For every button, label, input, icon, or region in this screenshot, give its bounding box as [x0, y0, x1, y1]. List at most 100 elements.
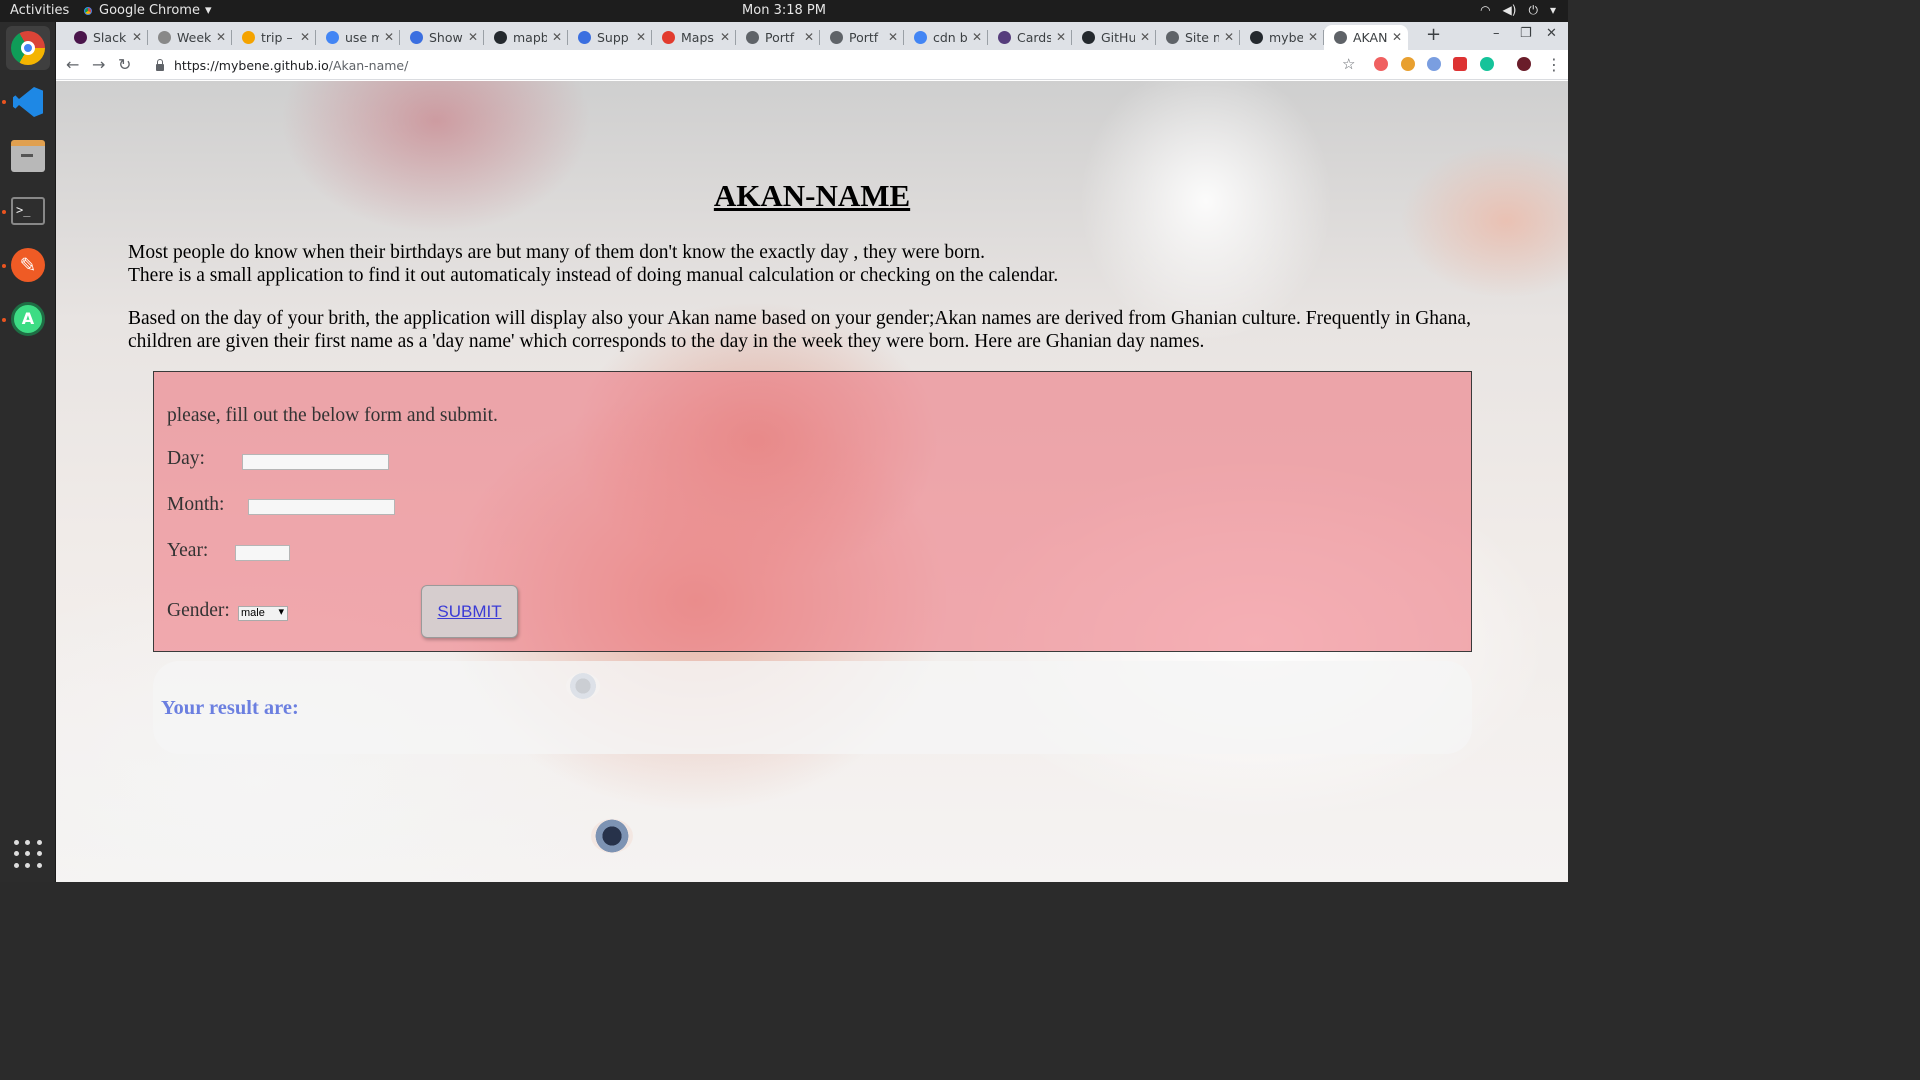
grammarly-icon[interactable] — [1480, 57, 1494, 71]
intro-paragraph: Most people do know when their birthdays… — [128, 241, 1488, 287]
close-tab-icon[interactable]: ✕ — [552, 30, 562, 44]
close-tab-icon[interactable]: ✕ — [1392, 30, 1402, 44]
activities-button[interactable]: Activities — [10, 3, 69, 18]
tab-favicon-icon — [1082, 31, 1095, 44]
address-bar[interactable]: https://mybene.github.io/Akan-name/ — [144, 53, 1358, 77]
browser-toolbar: ← → ↻ https://mybene.github.io/Akan-name… — [56, 50, 1568, 80]
dock: >_ ✎ A — [0, 22, 56, 882]
close-tab-icon[interactable]: ✕ — [300, 30, 310, 44]
dock-terminal[interactable]: >_ — [6, 189, 50, 233]
dock-postman[interactable]: ✎ — [6, 243, 50, 287]
gender-label: Gender: — [167, 600, 230, 621]
show-applications-icon[interactable] — [14, 840, 42, 868]
tab-favicon-icon — [914, 31, 927, 44]
close-tab-icon[interactable]: ✕ — [132, 30, 142, 44]
clock[interactable]: Mon 3:18 PM — [0, 3, 1568, 18]
bookmark-star-icon[interactable]: ☆ — [1342, 55, 1355, 73]
browser-tab[interactable]: mapb ✕ — [484, 25, 568, 50]
tab-favicon-icon — [746, 31, 759, 44]
browser-tab[interactable]: Site n ✕ — [1156, 25, 1240, 50]
month-input[interactable] — [248, 499, 395, 515]
extension-icon[interactable] — [1374, 57, 1388, 71]
tab-title: Portf — [765, 30, 795, 45]
reload-icon[interactable]: ↻ — [118, 55, 131, 74]
tab-title: Portf — [849, 30, 879, 45]
submit-button[interactable]: SUBMIT — [421, 585, 518, 638]
page-viewport: AKAN-NAME Most people do know when their… — [56, 81, 1568, 882]
close-tab-icon[interactable]: ✕ — [216, 30, 226, 44]
cookie-extension-icon[interactable] — [1401, 57, 1415, 71]
lock-icon — [156, 58, 164, 71]
browser-tab[interactable]: mybe ✕ — [1240, 25, 1324, 50]
close-tab-icon[interactable]: ✕ — [888, 30, 898, 44]
app-menu-label: Google Chrome — [99, 3, 200, 18]
gender-select[interactable]: male — [238, 606, 288, 621]
dock-files[interactable] — [6, 134, 50, 178]
close-tab-icon[interactable]: ✕ — [1224, 30, 1234, 44]
browser-tab[interactable]: Week ✕ — [148, 25, 232, 50]
android-studio-icon: A — [11, 302, 45, 336]
browser-tab[interactable]: Portf ✕ — [736, 25, 820, 50]
month-label: Month: — [167, 494, 225, 515]
browser-tab[interactable]: Slack ✕ — [64, 25, 148, 50]
year-input[interactable] — [235, 545, 290, 561]
browser-tab[interactable]: use m ✕ — [316, 25, 400, 50]
browser-tab[interactable]: cdn b ✕ — [904, 25, 988, 50]
close-tab-icon[interactable]: ✕ — [1056, 30, 1066, 44]
tab-favicon-icon — [998, 31, 1011, 44]
browser-tab[interactable]: Supp ✕ — [568, 25, 652, 50]
browser-tab[interactable]: Cards ✕ — [988, 25, 1072, 50]
new-tab-icon[interactable]: + — [1426, 24, 1441, 45]
close-tab-icon[interactable]: ✕ — [1308, 30, 1318, 44]
browser-tab[interactable]: Show ✕ — [400, 25, 484, 50]
maximize-icon[interactable]: ❐ — [1520, 26, 1532, 41]
tab-title: AKAN — [1353, 30, 1387, 45]
extension-icon[interactable] — [1427, 57, 1441, 71]
close-tab-icon[interactable]: ✕ — [636, 30, 646, 44]
tab-favicon-icon — [326, 31, 339, 44]
menu-icon[interactable]: ⋮ — [1546, 55, 1562, 74]
browser-tab[interactable]: trip – ✕ — [232, 25, 316, 50]
browser-tab[interactable]: Maps ✕ — [652, 25, 736, 50]
intro-line-1: Most people do know when their birthdays… — [128, 242, 985, 263]
browser-tab[interactable]: GitHu ✕ — [1072, 25, 1156, 50]
close-tab-icon[interactable]: ✕ — [384, 30, 394, 44]
tab-favicon-icon — [410, 31, 423, 44]
tab-active[interactable]: AKAN ✕ — [1324, 25, 1408, 50]
chevron-down-icon: ▾ — [1549, 3, 1556, 17]
avatar[interactable] — [1517, 57, 1531, 71]
close-tab-icon[interactable]: ✕ — [468, 30, 478, 44]
browser-tab[interactable]: Portf ✕ — [820, 25, 904, 50]
back-icon[interactable]: ← — [66, 55, 79, 74]
form-instruction: please, fill out the below form and subm… — [167, 405, 498, 426]
tab-favicon-icon — [1334, 31, 1347, 44]
minimize-icon[interactable]: – — [1493, 26, 1500, 41]
close-tab-icon[interactable]: ✕ — [972, 30, 982, 44]
close-tab-icon[interactable]: ✕ — [720, 30, 730, 44]
dock-vscode[interactable] — [6, 80, 50, 124]
close-tab-icon[interactable]: ✕ — [804, 30, 814, 44]
year-label: Year: — [167, 540, 209, 561]
dock-android-studio[interactable]: A — [6, 297, 50, 341]
close-tab-icon[interactable]: ✕ — [1140, 30, 1150, 44]
files-icon — [11, 140, 45, 172]
birth-form: please, fill out the below form and subm… — [153, 371, 1472, 652]
app-menu[interactable]: Google Chrome ▾ — [82, 3, 212, 18]
result-label: Your result are: — [161, 697, 299, 719]
tab-favicon-icon — [242, 31, 255, 44]
day-input[interactable] — [242, 454, 389, 470]
tab-strip: Slack ✕ Week ✕ trip – ✕ use m ✕ Show ✕ mapb ✕ Supp ✕ M… — [56, 22, 1568, 50]
tab-title: trip – — [261, 30, 293, 45]
tab-title: cdn b — [933, 30, 967, 45]
day-label: Day: — [167, 448, 205, 469]
tab-title: mapb — [513, 30, 547, 45]
tab-title: mybe — [1269, 30, 1303, 45]
close-window-icon[interactable]: ✕ — [1546, 26, 1557, 41]
forward-icon[interactable]: → — [92, 55, 105, 74]
dock-chrome[interactable] — [6, 26, 50, 70]
tab-title: Site n — [1185, 30, 1219, 45]
system-tray[interactable]: ◠ ◀) ⏻ ▾ — [1480, 3, 1556, 18]
postman-icon: ✎ — [11, 248, 45, 282]
power-icon: ⏻ — [1528, 3, 1538, 17]
shield-extension-icon[interactable] — [1453, 57, 1467, 71]
